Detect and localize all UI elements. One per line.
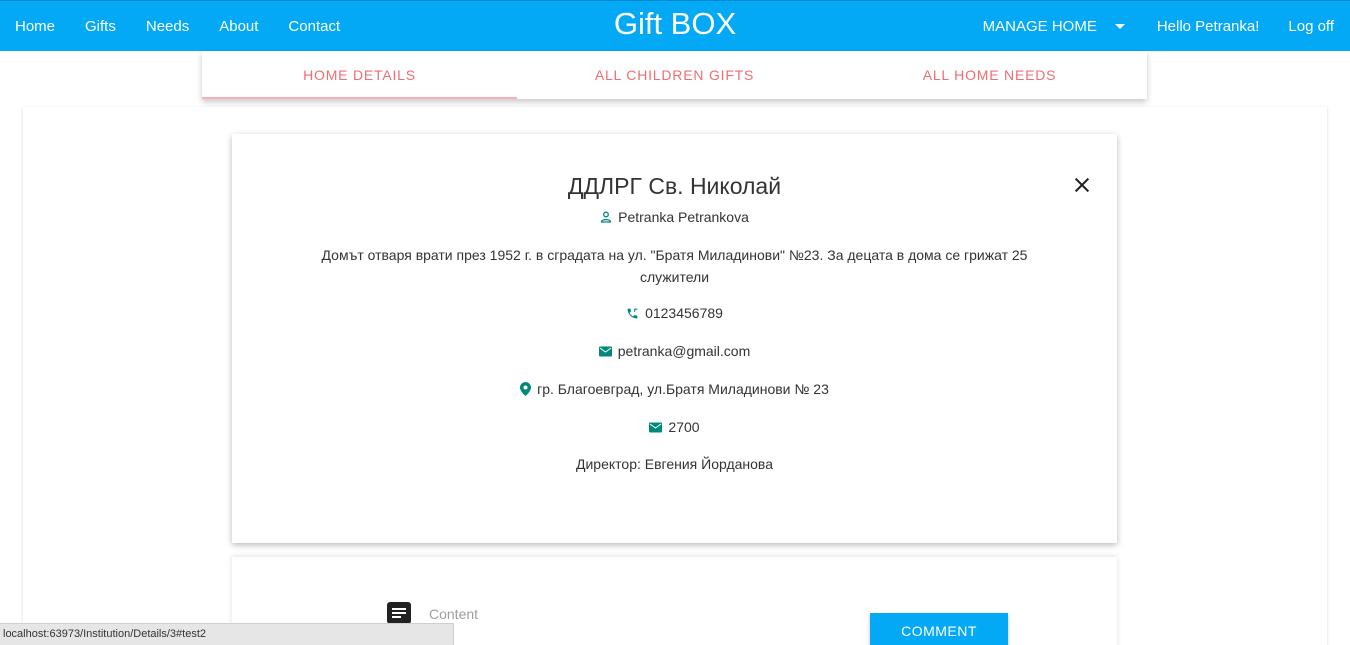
director-text: Директор: Евгения Йорданова xyxy=(576,456,773,472)
person-name: Petranka Petrankova xyxy=(618,209,749,225)
top-navbar: Home Gifts Needs About Contact Gift BOX … xyxy=(0,0,1350,51)
nav-about-link[interactable]: About xyxy=(219,18,258,35)
nav-home-link[interactable]: Home xyxy=(15,18,55,35)
location-pin-icon xyxy=(520,382,532,396)
phone-number: 0123456789 xyxy=(645,305,723,321)
brand-title[interactable]: Gift BOX xyxy=(614,6,736,41)
email-address: petranka@gmail.com xyxy=(617,343,751,359)
home-details-card: ДДЛРГ Св. Николай Petranka Petrankova До… xyxy=(232,134,1117,543)
comment-button[interactable]: COMMENT xyxy=(870,613,1008,645)
browser-status-bar: localhost:63973/Institution/Details/3#te… xyxy=(0,623,454,645)
phone-icon xyxy=(627,308,638,318)
mail-icon xyxy=(598,346,612,356)
home-title: ДДЛРГ Св. Николай xyxy=(567,173,782,199)
nav-right-links: MANAGE HOME Hello Petranka! Log off xyxy=(983,1,1334,52)
nav-gifts-link[interactable]: Gifts xyxy=(85,18,116,35)
caret-down-icon xyxy=(1114,24,1125,29)
director-row: Директор: Евгения Йорданова xyxy=(232,456,1117,472)
home-description: Домът отваря врати през 1952 г. в сграда… xyxy=(321,247,1028,285)
manage-home-label: MANAGE HOME xyxy=(982,18,1097,35)
postcode-row: 2700 xyxy=(232,419,1117,435)
hello-user-link[interactable]: Hello Petranka! xyxy=(1157,18,1260,35)
postcode-text: 2700 xyxy=(668,419,700,435)
address-row: гр. Благоевград, ул.Братя Миладинови № 2… xyxy=(232,381,1117,397)
tab-all-home-needs[interactable]: ALL HOME NEEDS xyxy=(832,51,1147,99)
person-row: Petranka Petrankova xyxy=(232,209,1117,225)
nav-needs-link[interactable]: Needs xyxy=(146,18,189,35)
logoff-link[interactable]: Log off xyxy=(1288,18,1334,35)
address-text: гр. Благоевград, ул.Братя Миладинови № 2… xyxy=(537,381,829,397)
nav-left-links: Home Gifts Needs About Contact xyxy=(15,1,370,52)
manage-home-dropdown[interactable]: MANAGE HOME xyxy=(983,18,1125,35)
email-row: petranka@gmail.com xyxy=(232,343,1117,359)
mail-icon xyxy=(649,422,663,432)
person-icon xyxy=(600,211,612,223)
tab-all-children-gifts[interactable]: ALL CHILDREN GIFTS xyxy=(517,51,832,99)
comment-content-input[interactable] xyxy=(429,606,789,622)
tab-home-details[interactable]: HOME DETAILS xyxy=(202,51,517,99)
nav-contact-link[interactable]: Contact xyxy=(288,18,340,35)
phone-row: 0123456789 xyxy=(232,305,1117,321)
tab-bar: HOME DETAILS ALL CHILDREN GIFTS ALL HOME… xyxy=(202,51,1147,99)
